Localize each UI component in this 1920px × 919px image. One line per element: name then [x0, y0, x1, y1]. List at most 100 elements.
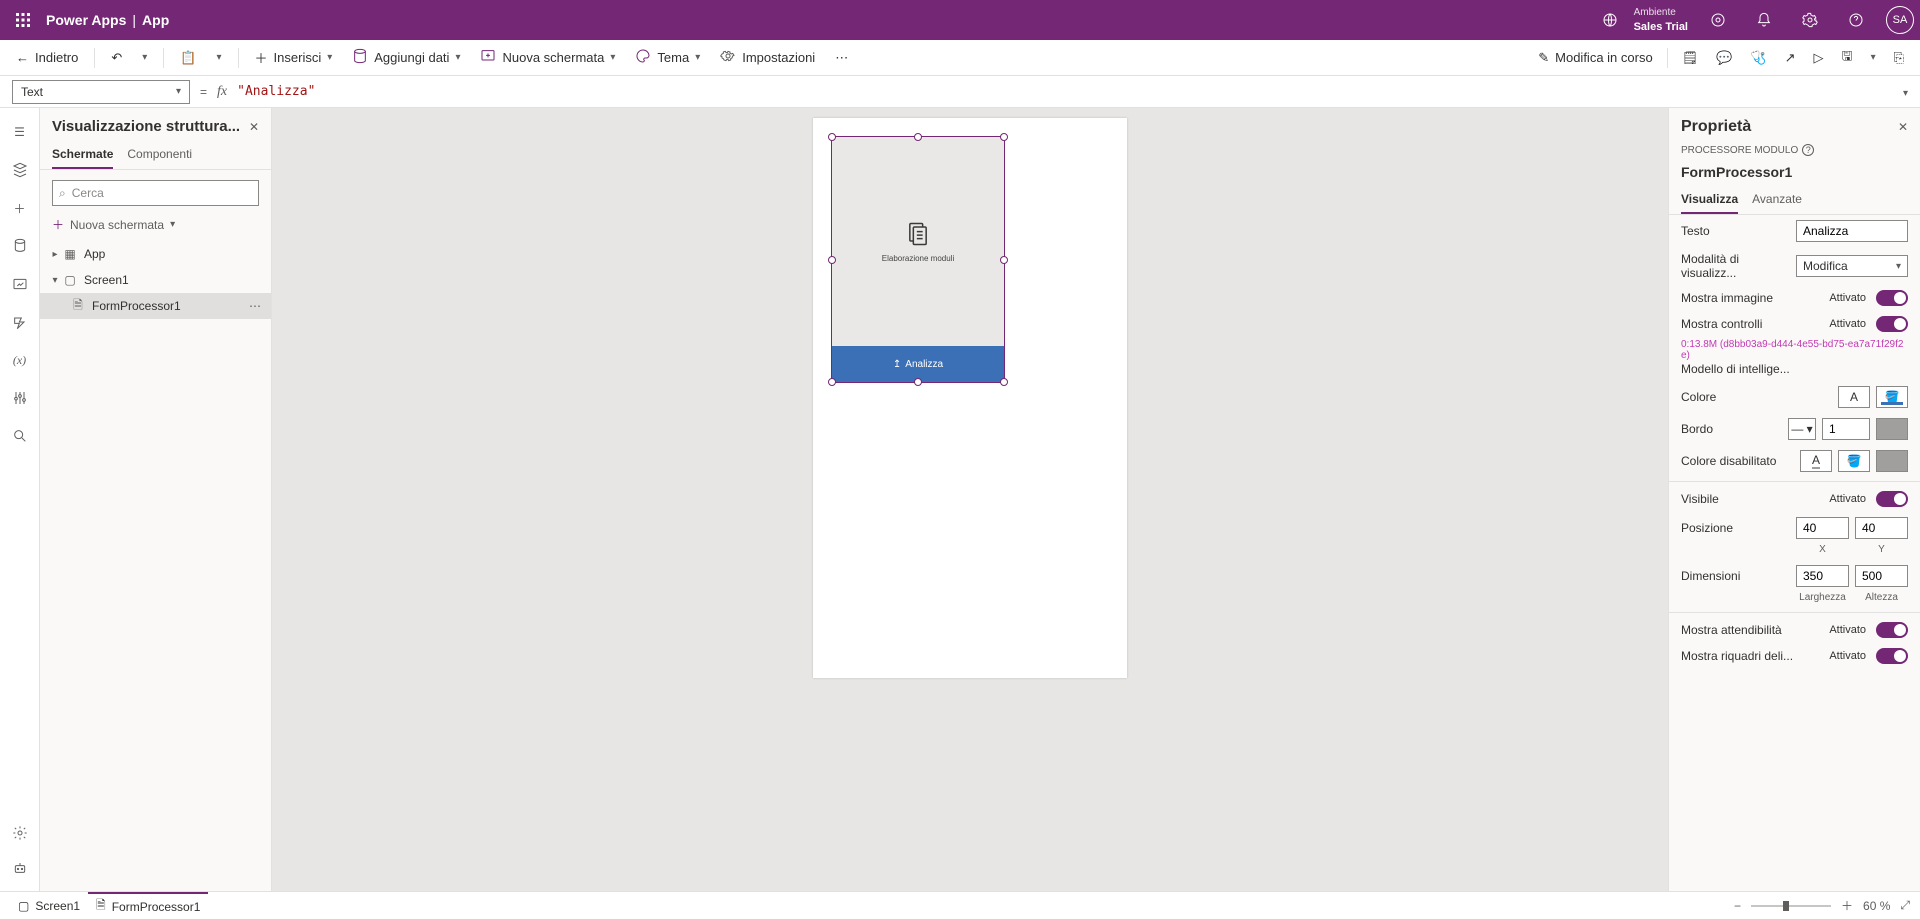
- position-y-input[interactable]: [1855, 517, 1908, 539]
- tab-screens[interactable]: Schermate: [52, 141, 113, 169]
- save-menu[interactable]: ▾: [1863, 43, 1884, 73]
- show-boxes-toggle[interactable]: [1876, 648, 1908, 664]
- form-processor-icon: 🗎: [96, 896, 106, 917]
- prop-label: Colore: [1681, 390, 1832, 404]
- height-input[interactable]: [1855, 565, 1908, 587]
- show-controls-toggle[interactable]: [1876, 316, 1908, 332]
- tree-node-menu[interactable]: ⋯: [249, 299, 261, 313]
- publish-button[interactable]: ⎘: [1886, 43, 1912, 73]
- width-input[interactable]: [1796, 565, 1849, 587]
- analyze-button[interactable]: ↥ Analizza: [832, 346, 1004, 382]
- component-name: FormProcessor1: [1669, 160, 1920, 186]
- hamburger-button[interactable]: ☰: [4, 116, 36, 148]
- editing-mode-button[interactable]: ✎ Modifica in corso: [1530, 43, 1660, 73]
- tree-node-control[interactable]: 🗎 FormProcessor1 ⋯: [40, 293, 271, 319]
- tree-search-input[interactable]: ⌕ Cerca: [52, 180, 259, 206]
- property-dropdown[interactable]: Text▾: [12, 80, 190, 104]
- data-pane-button[interactable]: [4, 230, 36, 262]
- close-tree-button[interactable]: ✕: [249, 120, 259, 134]
- resize-handle[interactable]: [828, 256, 836, 264]
- displaymode-select[interactable]: Modifica▾: [1796, 255, 1908, 277]
- search-pane-button[interactable]: [4, 420, 36, 452]
- zoom-slider[interactable]: [1751, 905, 1831, 907]
- prop-label: Bordo: [1681, 422, 1782, 436]
- virtual-agent-button[interactable]: [4, 853, 36, 885]
- border-width-input[interactable]: [1822, 418, 1870, 440]
- environment-picker[interactable]: Ambiente Sales Trial: [1634, 6, 1688, 34]
- disabled-font-color-button[interactable]: A: [1800, 450, 1832, 472]
- copilot-icon[interactable]: [1702, 4, 1734, 36]
- rail-settings-button[interactable]: [4, 817, 36, 849]
- tab-components[interactable]: Componenti: [127, 141, 192, 169]
- breadcrumb-screen[interactable]: ▢ Screen1: [10, 892, 88, 919]
- tab-advanced[interactable]: Avanzate: [1752, 186, 1802, 214]
- flows-pane-button[interactable]: [4, 306, 36, 338]
- position-x-input[interactable]: [1796, 517, 1849, 539]
- app-frame: Elaborazione moduli ↥ Analizza: [813, 118, 1127, 678]
- form-processor-control[interactable]: Elaborazione moduli ↥ Analizza: [831, 136, 1005, 383]
- resize-handle[interactable]: [1000, 256, 1008, 264]
- add-data-button[interactable]: Aggiungi dati▾: [344, 43, 468, 73]
- chevron-down-icon: ▾: [610, 52, 615, 63]
- paste-button[interactable]: 📋: [172, 43, 204, 73]
- close-props-button[interactable]: ✕: [1898, 120, 1908, 134]
- settings-icon[interactable]: [1794, 4, 1826, 36]
- tree-node-screen[interactable]: ▾ ▢ Screen1: [40, 267, 271, 293]
- tree-view-button[interactable]: [4, 154, 36, 186]
- play-button[interactable]: ▷: [1805, 43, 1831, 73]
- canvas[interactable]: Elaborazione moduli ↥ Analizza: [272, 108, 1668, 891]
- visible-toggle[interactable]: [1876, 491, 1908, 507]
- app-launcher[interactable]: [6, 3, 40, 37]
- resize-handle[interactable]: [914, 133, 922, 141]
- notifications-icon[interactable]: [1748, 4, 1780, 36]
- text-input[interactable]: [1796, 220, 1908, 242]
- new-screen-button[interactable]: Nuova schermata▾: [472, 43, 623, 73]
- user-avatar[interactable]: SA: [1886, 6, 1914, 34]
- checker-button[interactable]: 🗒: [1674, 43, 1707, 73]
- overflow-button[interactable]: ⋯: [827, 43, 856, 73]
- resize-handle[interactable]: [1000, 133, 1008, 141]
- share-button[interactable]: ↗: [1777, 43, 1804, 73]
- border-style-button[interactable]: — ▾: [1788, 418, 1816, 440]
- insert-pane-button[interactable]: ＋: [4, 192, 36, 224]
- equals-sign: =: [200, 85, 207, 99]
- undo-icon: ↶: [111, 50, 122, 66]
- app-settings-button[interactable]: Impostazioni: [712, 43, 823, 73]
- undo-menu[interactable]: ▾: [134, 43, 155, 73]
- disabled-fill-color-button[interactable]: 🪣: [1838, 450, 1870, 472]
- help-icon[interactable]: [1840, 4, 1872, 36]
- font-color-button[interactable]: A: [1838, 386, 1870, 408]
- info-icon[interactable]: ?: [1802, 144, 1814, 156]
- back-button[interactable]: ← Indietro: [8, 43, 86, 73]
- undo-button[interactable]: ↶: [103, 43, 130, 73]
- comments-button[interactable]: 💬: [1708, 43, 1740, 73]
- zoom-in-button[interactable]: ＋: [1841, 897, 1853, 914]
- tree-node-app[interactable]: ▸ ▦ App: [40, 241, 271, 267]
- formula-input[interactable]: "Analizza": [237, 84, 315, 99]
- resize-handle[interactable]: [828, 133, 836, 141]
- show-confidence-toggle[interactable]: [1876, 622, 1908, 638]
- media-pane-button[interactable]: [4, 268, 36, 300]
- resize-handle[interactable]: [828, 378, 836, 386]
- show-image-toggle[interactable]: [1876, 290, 1908, 306]
- paste-menu[interactable]: ▾: [209, 43, 230, 73]
- disabled-border-color-button[interactable]: [1876, 450, 1908, 472]
- fit-to-screen-button[interactable]: ⤢: [1900, 898, 1910, 913]
- fill-color-button[interactable]: 🪣: [1876, 386, 1908, 408]
- resize-handle[interactable]: [914, 378, 922, 386]
- breadcrumb-control[interactable]: 🗎 FormProcessor1: [88, 892, 208, 919]
- props-title: Proprietà: [1681, 118, 1751, 136]
- save-button[interactable]: 🖫: [1833, 43, 1860, 73]
- tree-new-screen-button[interactable]: ＋ Nuova schermata ▾: [40, 212, 271, 237]
- resize-handle[interactable]: [1000, 378, 1008, 386]
- theme-button[interactable]: Tema▾: [627, 43, 708, 73]
- insert-button[interactable]: ＋ Inserisci▾: [247, 43, 341, 73]
- variables-pane-button[interactable]: (x): [4, 344, 36, 376]
- border-color-button[interactable]: [1876, 418, 1908, 440]
- zoom-out-button[interactable]: −: [1734, 899, 1741, 913]
- expand-formula-button[interactable]: ▾: [1903, 85, 1908, 99]
- tab-display[interactable]: Visualizza: [1681, 186, 1738, 214]
- monitor-button[interactable]: 🩺: [1742, 43, 1774, 73]
- tools-pane-button[interactable]: [4, 382, 36, 414]
- palette-icon: [635, 48, 651, 67]
